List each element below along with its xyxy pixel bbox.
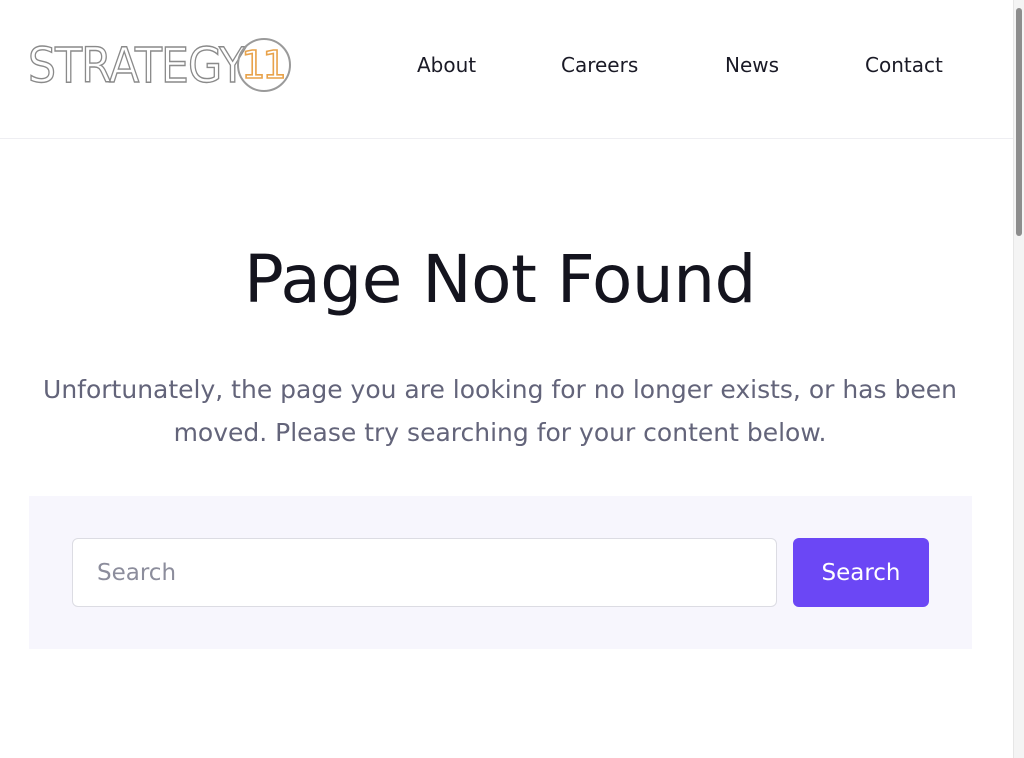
scrollbar-thumb[interactable] <box>1016 8 1022 236</box>
nav-link-careers[interactable]: Careers <box>561 50 638 80</box>
search-button[interactable]: Search <box>793 538 929 607</box>
search-panel: Search <box>29 496 972 649</box>
page: STRATEGY 11 About Careers News Contact P… <box>0 0 1024 758</box>
nav-link-contact[interactable]: Contact <box>865 50 943 80</box>
page-scrollbar[interactable] <box>1013 0 1024 758</box>
nav-link-about[interactable]: About <box>417 50 476 80</box>
site-header: STRATEGY 11 About Careers News Contact <box>0 0 1013 139</box>
nav-link-news[interactable]: News <box>725 50 779 80</box>
search-input[interactable] <box>72 538 777 607</box>
main-nav: About Careers News Contact <box>0 50 1013 80</box>
error-description: Unfortunately, the page you are looking … <box>43 375 957 447</box>
page-title: Page Not Found <box>244 241 756 318</box>
